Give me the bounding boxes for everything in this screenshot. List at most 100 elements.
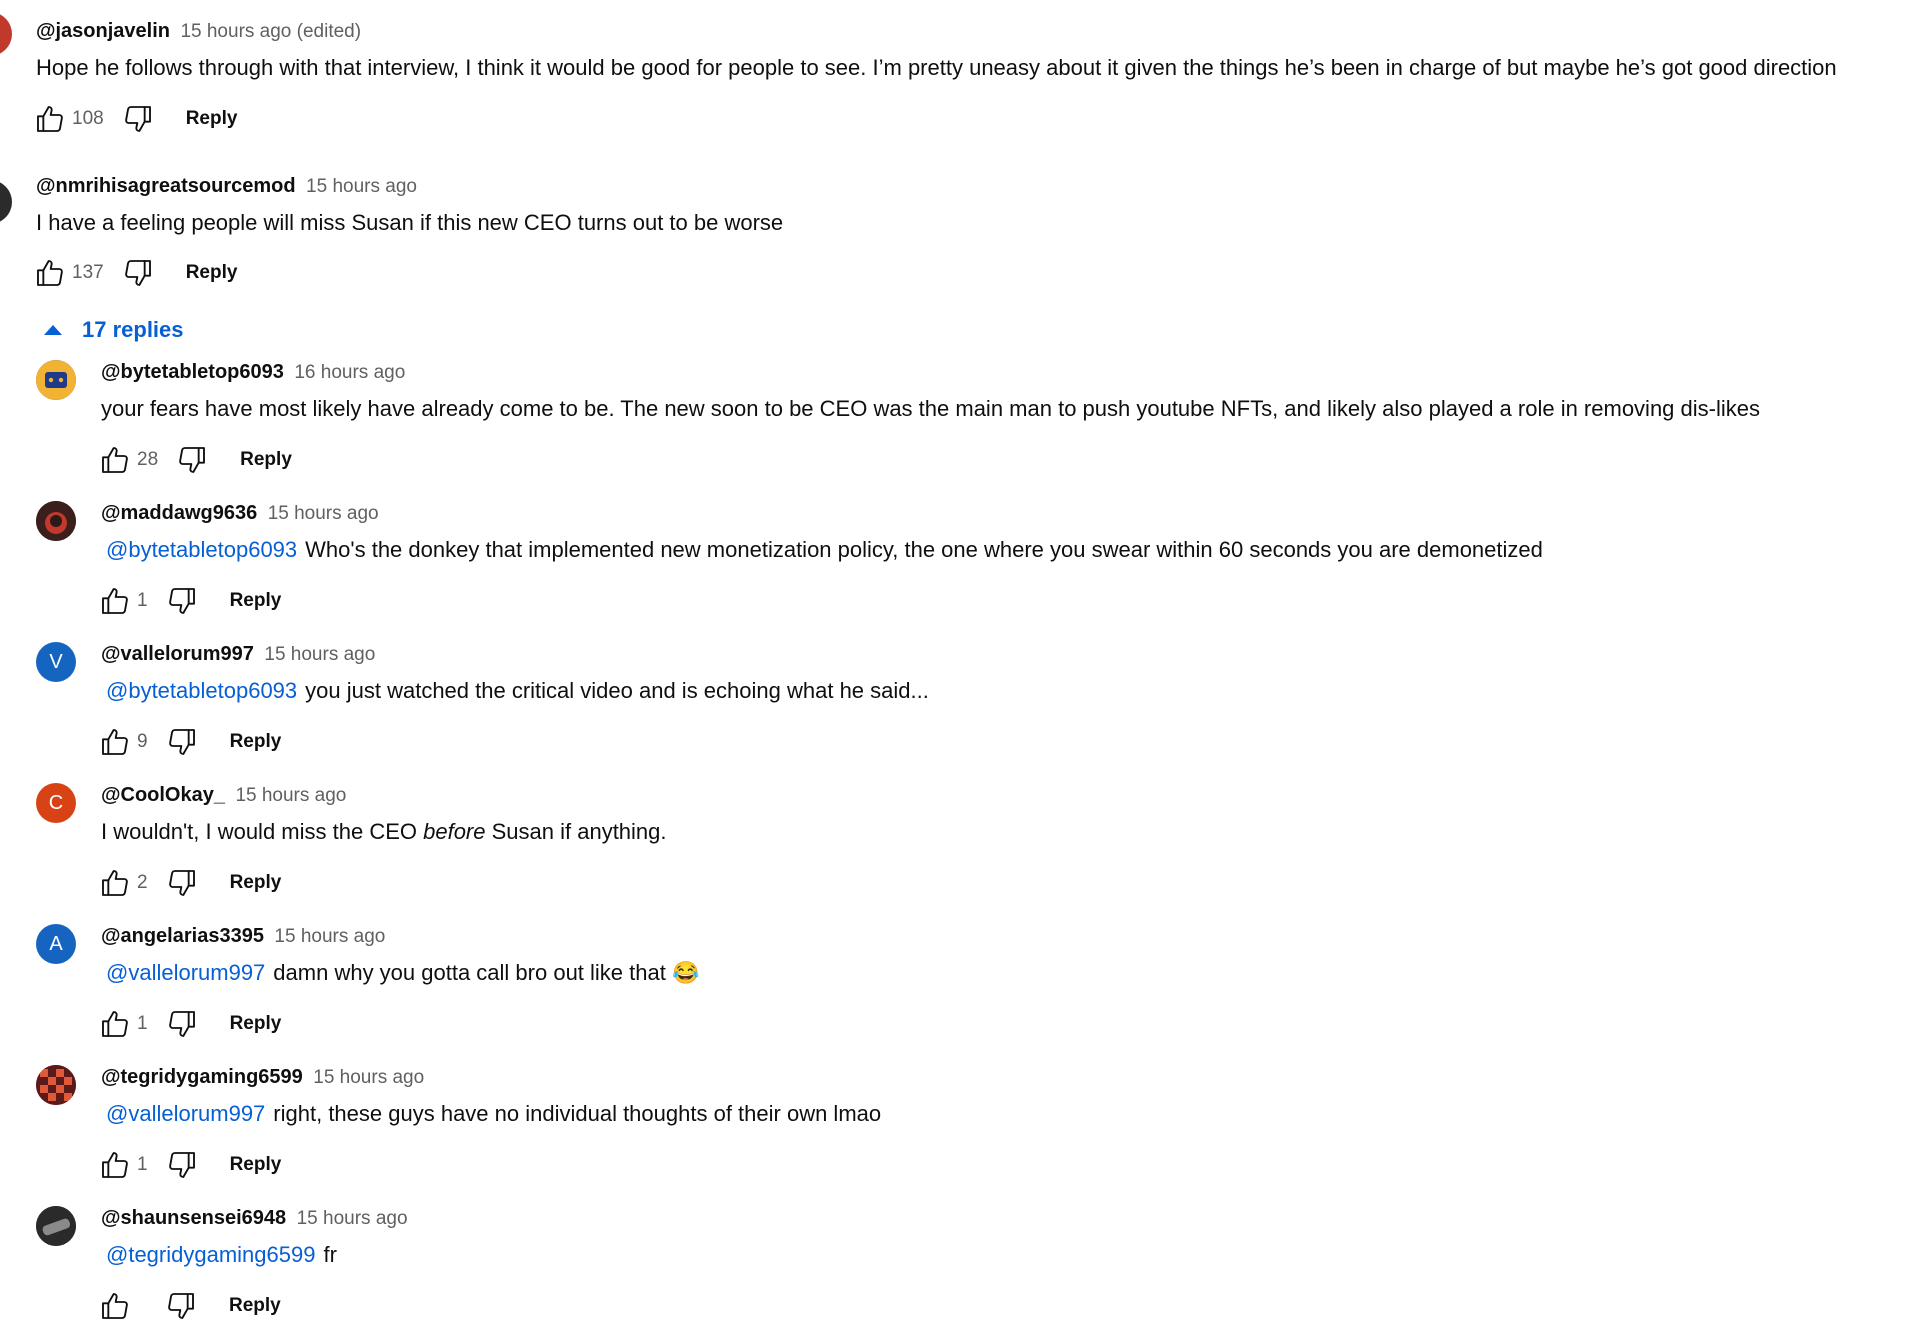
game-controller-avatar-icon bbox=[36, 360, 76, 400]
comment-text: I wouldn't, I would miss the CEO before … bbox=[101, 817, 667, 847]
reply-button[interactable]: Reply bbox=[240, 449, 292, 471]
reply-button[interactable]: Reply bbox=[186, 108, 238, 130]
replies-toggle-button[interactable]: 17 replies bbox=[44, 313, 184, 347]
comment-header: @CoolOkay_ 15 hours ago bbox=[101, 783, 346, 809]
avatar[interactable] bbox=[0, 180, 12, 224]
comment-time[interactable]: 15 hours ago bbox=[297, 1208, 408, 1229]
reply-text: Who's the donkey that implemented new mo… bbox=[305, 537, 1543, 562]
mention-link[interactable]: @bytetabletop6093 bbox=[106, 537, 297, 562]
comment-actions: 28 Reply bbox=[97, 442, 292, 478]
comment-actions: 1 Reply bbox=[97, 1006, 281, 1042]
dislike-button[interactable] bbox=[174, 442, 210, 478]
comment-time[interactable]: 15 hours ago (edited) bbox=[180, 21, 361, 42]
comment-time[interactable]: 15 hours ago bbox=[274, 926, 385, 947]
like-count: 108 bbox=[72, 108, 104, 129]
dislike-button[interactable] bbox=[164, 583, 200, 619]
comment-time[interactable]: 15 hours ago bbox=[235, 785, 346, 806]
comment-time[interactable]: 15 hours ago bbox=[268, 503, 379, 524]
dislike-button[interactable] bbox=[120, 101, 156, 137]
checkered-avatar-icon bbox=[36, 1065, 76, 1105]
reply-button[interactable]: Reply bbox=[186, 262, 238, 284]
like-button[interactable] bbox=[97, 442, 133, 478]
reply-text: fr bbox=[323, 1242, 337, 1267]
like-button[interactable] bbox=[97, 1288, 133, 1324]
author-handle[interactable]: @CoolOkay_ bbox=[101, 784, 225, 806]
thumbs-down-icon bbox=[168, 1152, 195, 1178]
comment-text: @bytetabletop6093 Who's the donkey that i… bbox=[106, 535, 1543, 565]
like-button[interactable] bbox=[97, 724, 133, 760]
reply-button[interactable]: Reply bbox=[230, 872, 282, 894]
comment-actions: Reply bbox=[97, 1288, 281, 1324]
avatar[interactable]: A bbox=[36, 924, 76, 964]
thumbs-down-icon bbox=[168, 588, 195, 614]
like-button[interactable] bbox=[97, 1147, 133, 1183]
like-button[interactable] bbox=[32, 101, 68, 137]
reply-text: right, these guys have no individual tho… bbox=[273, 1101, 882, 1126]
like-button[interactable] bbox=[97, 1006, 133, 1042]
reply-button[interactable]: Reply bbox=[230, 1013, 282, 1035]
reply-text-italic: before bbox=[423, 819, 486, 844]
avatar-letter: C bbox=[48, 791, 64, 814]
author-handle[interactable]: @shaunsensei6948 bbox=[101, 1207, 286, 1229]
comment-header: @shaunsensei6948 15 hours ago bbox=[101, 1206, 408, 1232]
reply-button[interactable]: Reply bbox=[229, 1295, 281, 1317]
like-count: 1 bbox=[137, 1154, 148, 1175]
like-button[interactable] bbox=[32, 255, 68, 291]
comment-actions: 1 Reply bbox=[97, 583, 281, 619]
comment-text: @bytetabletop6093 you just watched the cr… bbox=[106, 676, 929, 706]
thumbs-down-icon bbox=[168, 870, 195, 896]
avatar[interactable] bbox=[36, 360, 76, 400]
reply-text-part: I wouldn't, I would miss the CEO bbox=[101, 819, 424, 844]
mention-link[interactable]: @vallelorum997 bbox=[106, 1101, 265, 1126]
comment-header: @bytetabletop6093 16 hours ago bbox=[101, 360, 405, 386]
dislike-button[interactable] bbox=[163, 1288, 199, 1324]
mention-link[interactable]: @vallelorum997 bbox=[106, 960, 265, 985]
reply-button[interactable]: Reply bbox=[230, 590, 282, 612]
thumbs-down-icon bbox=[179, 447, 206, 473]
dislike-button[interactable] bbox=[120, 255, 156, 291]
author-handle[interactable]: @vallelorum997 bbox=[101, 643, 254, 665]
avatar[interactable] bbox=[0, 12, 12, 56]
comment-header: @tegridygaming6599 15 hours ago bbox=[101, 1065, 424, 1091]
thumbs-up-icon bbox=[102, 870, 128, 896]
avatar[interactable]: V bbox=[36, 642, 76, 682]
comment-time[interactable]: 15 hours ago bbox=[313, 1067, 424, 1088]
user-photo-avatar-icon bbox=[36, 1206, 76, 1246]
comment-time[interactable]: 15 hours ago bbox=[264, 644, 375, 665]
dislike-button[interactable] bbox=[164, 724, 200, 760]
comment-header: @maddawg9636 15 hours ago bbox=[101, 501, 379, 527]
comment-header: @angelarias3395 15 hours ago bbox=[101, 924, 385, 950]
dislike-button[interactable] bbox=[164, 1147, 200, 1183]
user-photo-avatar-icon bbox=[36, 501, 76, 541]
author-handle[interactable]: @jasonjavelin bbox=[36, 20, 170, 42]
dislike-button[interactable] bbox=[164, 865, 200, 901]
thumbs-up-icon bbox=[102, 588, 128, 614]
dislike-button[interactable] bbox=[164, 1006, 200, 1042]
like-button[interactable] bbox=[97, 583, 133, 619]
reply-button[interactable]: Reply bbox=[230, 1154, 282, 1176]
reply-button[interactable]: Reply bbox=[230, 731, 282, 753]
comment-text: @tegridygaming6599 fr bbox=[106, 1240, 337, 1270]
avatar[interactable]: C bbox=[36, 783, 76, 823]
author-handle[interactable]: @tegridygaming6599 bbox=[101, 1066, 303, 1088]
comment-actions: 137 Reply bbox=[32, 255, 237, 291]
author-handle[interactable]: @bytetabletop6093 bbox=[101, 361, 284, 383]
comment-header: @vallelorum997 15 hours ago bbox=[101, 642, 375, 668]
mention-link[interactable]: @tegridygaming6599 bbox=[106, 1242, 315, 1267]
author-handle[interactable]: @angelarias3395 bbox=[101, 925, 264, 947]
comment-time[interactable]: 15 hours ago bbox=[306, 176, 417, 197]
avatar[interactable] bbox=[36, 1206, 76, 1246]
comment-text: I have a feeling people will miss Susan … bbox=[36, 210, 784, 235]
thumbs-down-icon bbox=[168, 1293, 194, 1319]
avatar[interactable] bbox=[36, 501, 76, 541]
like-button[interactable] bbox=[97, 865, 133, 901]
avatar[interactable] bbox=[36, 1065, 76, 1105]
mention-link[interactable]: @bytetabletop6093 bbox=[106, 678, 297, 703]
comment-time[interactable]: 16 hours ago bbox=[294, 362, 405, 383]
like-count: 137 bbox=[72, 262, 104, 283]
author-handle[interactable]: @maddawg9636 bbox=[101, 502, 257, 524]
thumbs-up-icon bbox=[37, 106, 63, 132]
author-handle[interactable]: @nmrihisagreatsourcemod bbox=[36, 175, 296, 197]
thumbs-up-icon bbox=[37, 260, 63, 286]
reply-text-part: Susan if anything. bbox=[485, 819, 667, 844]
